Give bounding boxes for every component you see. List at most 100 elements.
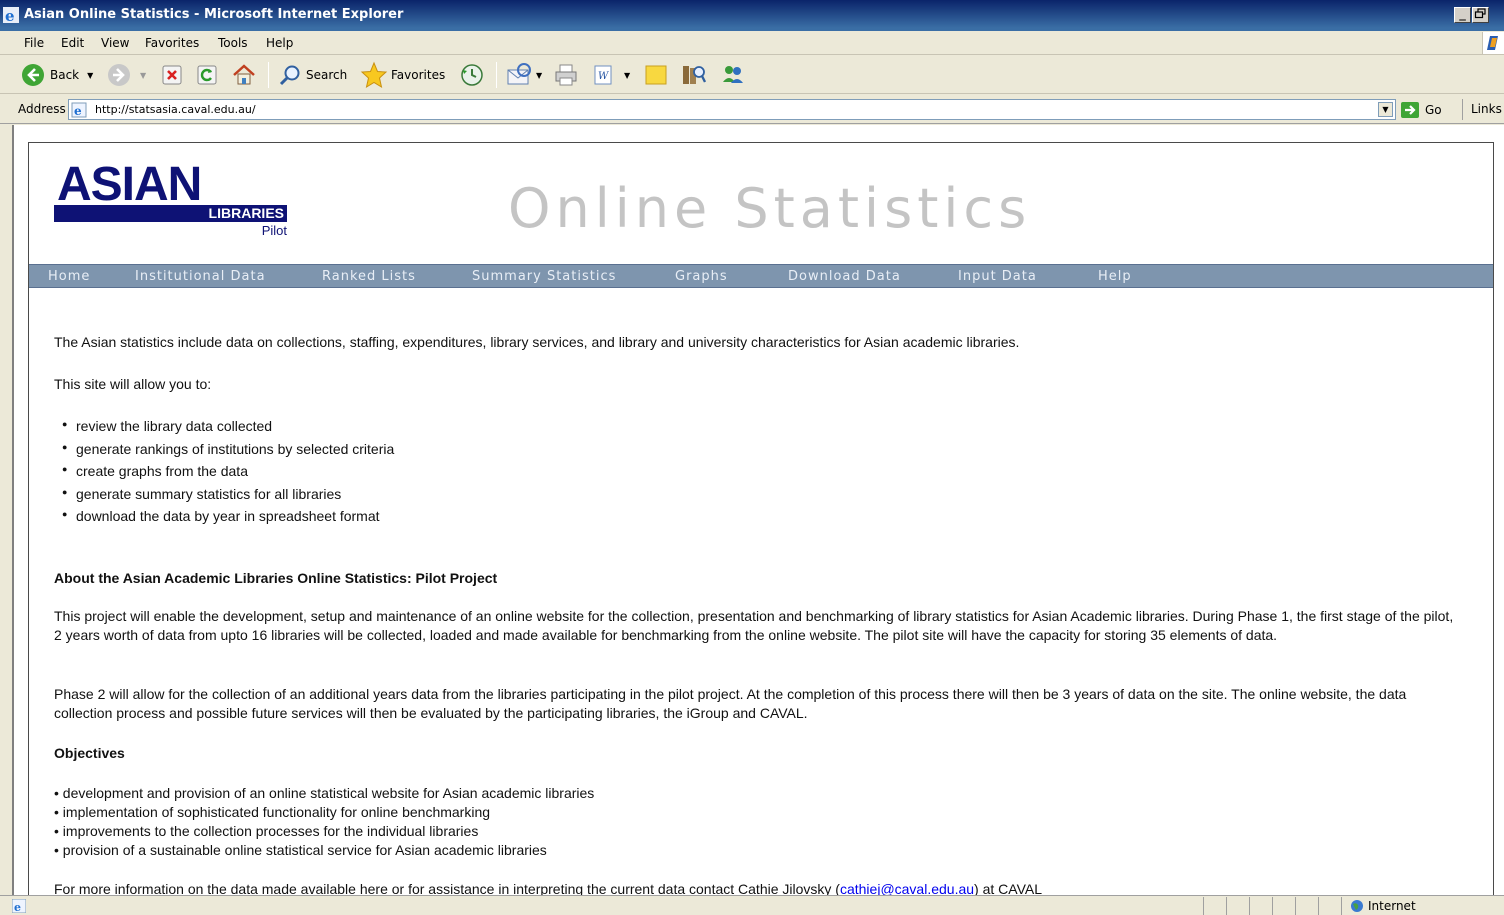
- address-input[interactable]: e http://statsasia.caval.edu.au/ ▼: [68, 99, 1396, 120]
- standard-toolbar: Back ▼ ▼ Search Favorites ▼ W ▼: [0, 56, 1504, 94]
- nav-help[interactable]: Help: [1098, 269, 1132, 284]
- page-status-icon: e: [12, 899, 26, 913]
- word-document-icon: W: [594, 65, 612, 85]
- windows-logo-icon: [1482, 32, 1504, 54]
- toolbar-separator: [496, 62, 497, 88]
- contact-paragraph: For more information on the data made av…: [54, 880, 1042, 895]
- mail-button[interactable]: ▼: [506, 61, 542, 89]
- web-page: ASIAN LIBRARIES Pilot Online Statistics …: [28, 142, 1494, 895]
- toolbar-separator: [268, 62, 269, 88]
- logo-libraries-text: LIBRARIES: [208, 205, 284, 221]
- favorites-button[interactable]: Favorites: [360, 61, 445, 89]
- search-button[interactable]: Search: [278, 61, 347, 89]
- zone-label: Internet: [1368, 899, 1416, 913]
- go-label: Go: [1425, 102, 1442, 117]
- window-title: Asian Online Statistics - Microsoft Inte…: [24, 7, 404, 22]
- menu-tools[interactable]: Tools: [218, 36, 248, 50]
- status-panel: [1272, 897, 1273, 915]
- list-item: download the data by year in spreadsheet…: [62, 508, 380, 524]
- go-arrow-icon: [1401, 101, 1419, 118]
- forward-arrow-icon: [108, 64, 130, 86]
- nav-download-data[interactable]: Download Data: [788, 269, 901, 284]
- search-label: Search: [306, 68, 348, 82]
- menu-edit[interactable]: Edit: [61, 36, 84, 50]
- search-icon: [279, 65, 300, 86]
- site-title: Online Statistics: [508, 177, 1032, 240]
- research-button[interactable]: [680, 61, 706, 89]
- research-books-icon: [683, 66, 706, 84]
- menu-view[interactable]: View: [101, 36, 129, 50]
- security-zone: Internet: [1350, 899, 1416, 913]
- contact-text-end: ) at CAVAL: [974, 881, 1042, 895]
- sticky-note-icon: [645, 65, 667, 85]
- nav-ranked-lists[interactable]: Ranked Lists: [322, 269, 416, 284]
- edit-button[interactable]: W ▼: [592, 61, 630, 89]
- status-panel: [1203, 897, 1204, 915]
- status-panel: [1226, 897, 1227, 915]
- back-arrow-icon: [22, 64, 44, 86]
- objective-item: • improvements to the collection process…: [54, 823, 479, 839]
- nav-home[interactable]: Home: [48, 269, 90, 284]
- back-label: Back: [50, 68, 80, 82]
- minimize-button[interactable]: _: [1454, 7, 1471, 23]
- discuss-button[interactable]: [644, 61, 668, 89]
- about-paragraph-1: This project will enable the development…: [54, 608, 1454, 643]
- menu-help[interactable]: Help: [266, 36, 293, 50]
- home-button[interactable]: [231, 61, 257, 89]
- forward-button[interactable]: ▼: [106, 61, 146, 89]
- history-button[interactable]: [459, 61, 485, 89]
- restore-icon: [1474, 8, 1486, 19]
- back-dropdown-icon[interactable]: ▼: [87, 71, 93, 80]
- restore-button[interactable]: [1472, 7, 1489, 23]
- menu-file[interactable]: File: [24, 36, 44, 50]
- nav-input-data[interactable]: Input Data: [958, 269, 1037, 284]
- go-button[interactable]: Go: [1400, 99, 1442, 120]
- edit-dropdown-icon[interactable]: ▼: [624, 71, 630, 80]
- mail-dropdown-icon[interactable]: ▼: [536, 71, 542, 80]
- address-url: http://statsasia.caval.edu.au/: [95, 103, 256, 116]
- svg-text:e: e: [14, 901, 21, 913]
- status-bar: e Internet: [0, 895, 1504, 915]
- globe-icon: [1351, 900, 1363, 912]
- messenger-icon: [723, 66, 743, 83]
- asian-libraries-logo[interactable]: ASIAN LIBRARIES Pilot: [54, 158, 289, 239]
- favorites-star-icon: [360, 61, 388, 89]
- logo-bar: LIBRARIES: [54, 205, 287, 222]
- nav-graphs[interactable]: Graphs: [675, 269, 728, 284]
- address-label: Address: [18, 102, 66, 116]
- address-dropdown-icon[interactable]: ▼: [1378, 102, 1393, 117]
- contact-text-start: For more information on the data made av…: [54, 881, 840, 895]
- svg-text:e: e: [5, 7, 15, 23]
- list-item: generate summary statistics for all libr…: [62, 486, 341, 502]
- contact-email-link[interactable]: cathiej@caval.edu.au: [840, 881, 974, 895]
- main-navigation: Home Institutional Data Ranked Lists Sum…: [29, 264, 1493, 288]
- history-icon: [461, 64, 483, 86]
- about-heading: About the Asian Academic Libraries Onlin…: [54, 570, 498, 586]
- nav-institutional-data[interactable]: Institutional Data: [135, 269, 266, 284]
- menu-favorites[interactable]: Favorites: [145, 36, 199, 50]
- messenger-button[interactable]: [720, 61, 746, 89]
- menu-bar: File Edit View Favorites Tools Help: [0, 31, 1504, 55]
- print-button[interactable]: [553, 61, 579, 89]
- stop-button[interactable]: [161, 61, 183, 89]
- status-panel: [1341, 897, 1342, 915]
- back-button[interactable]: Back ▼: [20, 61, 93, 89]
- list-item: create graphs from the data: [62, 463, 248, 479]
- refresh-button[interactable]: [196, 61, 218, 89]
- stop-icon: [162, 65, 182, 85]
- list-item: review the library data collected: [62, 418, 272, 434]
- intro-paragraph: The Asian statistics include data on col…: [54, 334, 1020, 350]
- status-panel: [1318, 897, 1319, 915]
- forward-dropdown-icon[interactable]: ▼: [140, 71, 146, 80]
- objectives-heading: Objectives: [54, 745, 125, 761]
- svg-text:e: e: [74, 104, 82, 118]
- status-panel: [1295, 897, 1296, 915]
- nav-summary-statistics[interactable]: Summary Statistics: [472, 269, 616, 284]
- mail-icon: [507, 63, 531, 85]
- browser-viewport[interactable]: ASIAN LIBRARIES Pilot Online Statistics …: [12, 125, 1504, 895]
- about-paragraph-2: Phase 2 will allow for the collection of…: [54, 686, 1407, 721]
- links-toolbar[interactable]: Links: [1462, 99, 1502, 120]
- address-bar: Address e http://statsasia.caval.edu.au/…: [0, 95, 1504, 124]
- window-title-bar[interactable]: e Asian Online Statistics - Microsoft In…: [0, 0, 1504, 31]
- logo-pilot-text: Pilot: [261, 223, 287, 238]
